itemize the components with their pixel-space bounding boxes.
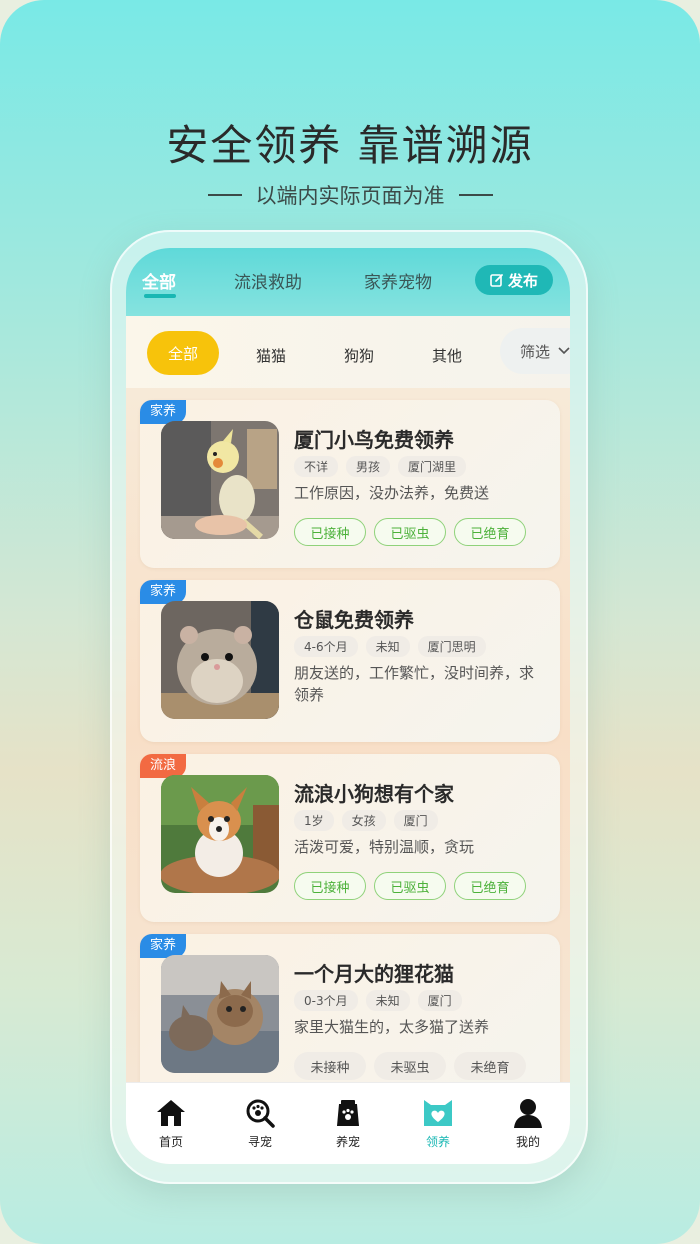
card-title: 流浪小狗想有个家	[294, 782, 454, 806]
category-dogs[interactable]: 狗狗	[344, 345, 374, 366]
tag-location: 厦门	[393, 810, 438, 831]
card-status-tags: 已接种 已驱虫 已绝育	[294, 872, 526, 900]
top-tab-bar: 全部 流浪救助 家养宠物 发布	[126, 248, 570, 316]
status-vaccinated: 已接种	[294, 872, 366, 900]
tab-all[interactable]: 全部	[142, 268, 176, 293]
status-neutered: 已绝育	[454, 872, 526, 900]
tag-age: 1岁	[294, 810, 334, 831]
nav-label: 领养	[425, 1135, 450, 1149]
card-status-tags: 已接种 已驱虫 已绝育	[294, 518, 526, 546]
card-title: 仓鼠免费领养	[294, 608, 414, 632]
card-description: 家里大猫生的，太多猫了送养	[294, 1018, 490, 1036]
tab-stray-rescue[interactable]: 流浪救助	[234, 268, 302, 293]
nav-find-pet[interactable]: 寻宠	[230, 1097, 290, 1150]
status-not-vaccinated: 未接种	[294, 1052, 366, 1080]
card-description: 活泼可爱，特别温顺，贪玩	[294, 838, 475, 856]
card-title: 厦门小鸟免费领养	[294, 428, 454, 452]
pet-card[interactable]: 家养 厦门小鸟免费领养 不详 男孩 厦门湖里 工作原因，没办法养，免费送 已接种…	[140, 400, 560, 568]
category-filter-bar: 全部 猫猫 狗狗 其他 筛选	[126, 316, 570, 388]
filter-button[interactable]: 筛选	[500, 328, 570, 374]
card-description: 朋友送的，工作繁忙，没时间养，求领养	[294, 664, 535, 704]
category-cats[interactable]: 猫猫	[256, 345, 286, 366]
home-icon	[141, 1097, 201, 1129]
tag-gender: 女孩	[341, 810, 386, 831]
tag-location: 厦门思明	[417, 636, 486, 657]
promo-subline-text: 以端内实际页面为准	[255, 184, 445, 208]
tag-age: 0-3个月	[294, 990, 358, 1011]
tag-age: 4-6个月	[294, 636, 358, 657]
tag-location: 厦门	[417, 990, 462, 1011]
nav-label: 养宠	[335, 1135, 360, 1149]
tag-gender: 男孩	[346, 456, 391, 477]
tag-age: 不详	[294, 456, 339, 477]
status-not-neutered: 未绝育	[454, 1052, 526, 1080]
nav-home[interactable]: 首页	[141, 1097, 201, 1150]
category-all[interactable]: 全部	[147, 331, 219, 375]
nav-label: 首页	[158, 1135, 183, 1149]
edit-icon	[490, 274, 503, 287]
nav-label: 我的	[515, 1135, 540, 1149]
status-dewormed: 已驱虫	[374, 872, 446, 900]
pet-photo-bird	[161, 421, 279, 539]
divider	[207, 194, 242, 196]
category-other[interactable]: 其他	[432, 345, 462, 366]
nav-adopt[interactable]: 领养	[408, 1097, 468, 1150]
pet-photo-dog	[161, 775, 279, 893]
card-title: 一个月大的狸花猫	[294, 962, 454, 986]
status-dewormed: 已驱虫	[374, 518, 446, 546]
user-icon	[498, 1097, 558, 1129]
card-tags: 4-6个月 未知 厦门思明	[294, 636, 486, 657]
card-description: 工作原因，没办法养，免费送	[294, 484, 490, 502]
status-neutered: 已绝育	[454, 518, 526, 546]
filter-label: 筛选	[520, 342, 551, 361]
adopt-cat-heart-icon	[408, 1097, 468, 1129]
publish-button[interactable]: 发布	[475, 265, 553, 295]
tab-active-indicator	[144, 294, 176, 298]
pet-listing: 家养 厦门小鸟免费领养 不详 男孩 厦门湖里 工作原因，没办法养，免费送 已接种…	[126, 388, 570, 1082]
pet-photo-hamster	[161, 601, 279, 719]
tag-gender: 未知	[365, 990, 410, 1011]
nav-profile[interactable]: 我的	[498, 1097, 558, 1150]
card-tags: 不详 男孩 厦门湖里	[294, 456, 467, 477]
pet-card[interactable]: 流浪 流浪小狗想有个家 1岁 女孩 厦门 活泼可爱，特别温顺，贪玩 已接种 已驱…	[140, 754, 560, 922]
app-screen: 全部 流浪救助 家养宠物 发布 全部 猫猫 狗狗 其他 筛选 家养 厦门小鸟免费…	[126, 248, 570, 1164]
pet-card[interactable]: 家养 一个月大的狸花猫 0-3个月 未知 厦门 家里大猫生的，太多猫了送养 未接…	[140, 934, 560, 1082]
status-vaccinated: 已接种	[294, 518, 366, 546]
card-tags: 1岁 女孩 厦门	[294, 810, 438, 831]
pet-food-bag-icon	[318, 1097, 378, 1129]
divider	[458, 194, 493, 196]
pet-card[interactable]: 家养 仓鼠免费领养 4-6个月 未知 厦门思明 朋友送的，工作繁忙，没时间养，求…	[140, 580, 560, 742]
publish-label: 发布	[507, 271, 538, 290]
promo-subline: 以端内实际页面为准	[0, 180, 700, 210]
nav-raise-pet[interactable]: 养宠	[318, 1097, 378, 1150]
promo-headline: 安全领养 靠谱溯源	[166, 121, 534, 170]
bottom-navigation: 首页 寻宠 养宠 领养 我的	[126, 1082, 570, 1164]
tag-location: 厦门湖里	[398, 456, 467, 477]
pet-photo-cat	[161, 955, 279, 1073]
tab-home-pets[interactable]: 家养宠物	[364, 268, 432, 293]
search-paw-icon	[230, 1097, 290, 1129]
nav-label: 寻宠	[247, 1135, 272, 1149]
card-tags: 0-3个月 未知 厦门	[294, 990, 462, 1011]
status-not-dewormed: 未驱虫	[374, 1052, 446, 1080]
chevron-down-icon	[558, 347, 570, 355]
tag-gender: 未知	[365, 636, 410, 657]
card-status-tags: 未接种 未驱虫 未绝育	[294, 1052, 526, 1080]
